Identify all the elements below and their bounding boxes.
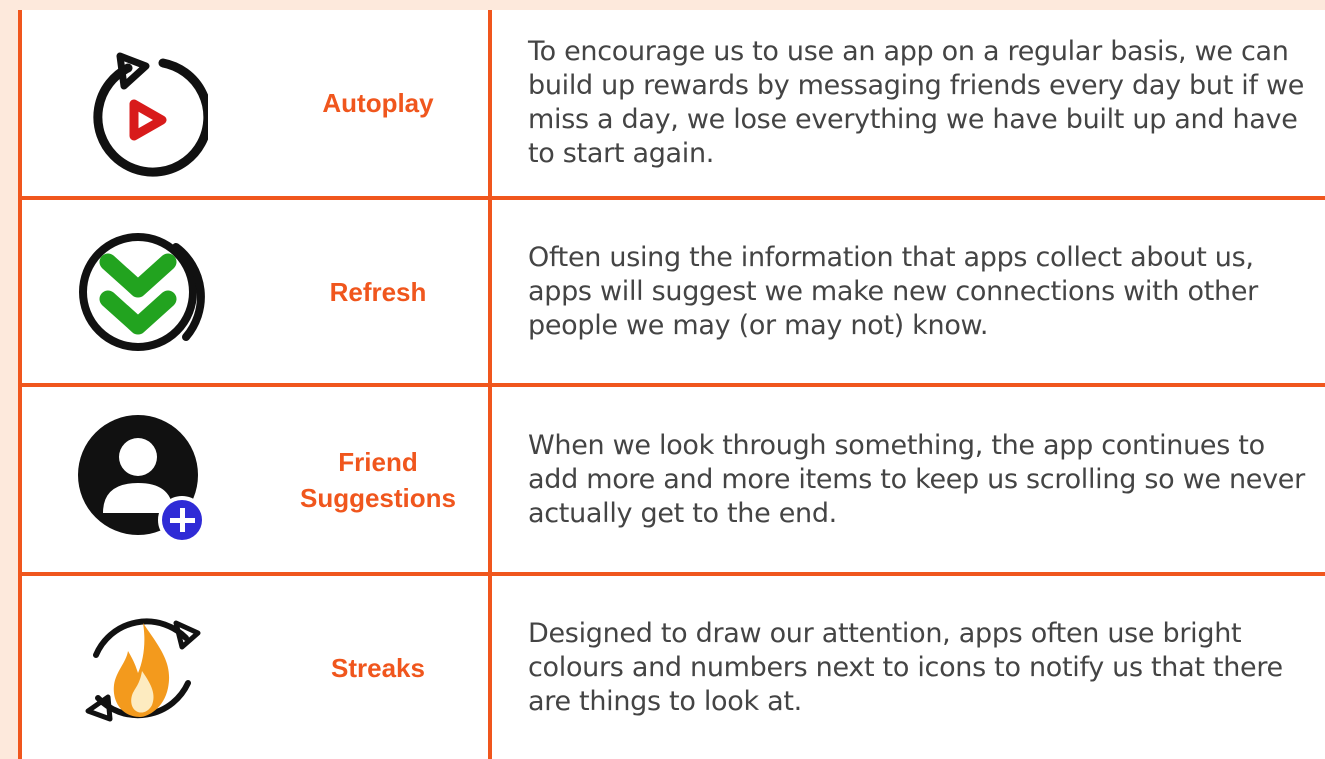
table-row: Refresh Often using the information that… [18, 200, 1325, 383]
row-description: When we look through something, the app … [528, 429, 1305, 529]
row-description: To encourage us to use an app on a regul… [528, 36, 1305, 169]
row-description: Designed to draw our attention, apps oft… [528, 617, 1283, 717]
autoplay-icon [18, 10, 268, 196]
row-label: Autoplay [322, 88, 434, 118]
table-row: Friend Suggestions When we look through … [18, 387, 1325, 572]
flame-cycle-icon [18, 576, 268, 759]
row-description: Often using the information that apps co… [528, 241, 1258, 341]
table-row: Autoplay To encourage us to use an app o… [18, 10, 1325, 196]
table-row: Streaks Designed to draw our attention, … [18, 576, 1325, 759]
row-label: Refresh [329, 276, 427, 307]
refresh-chevrons-icon [18, 200, 268, 383]
row-label: Streaks [331, 652, 425, 683]
table: Autoplay To encourage us to use an app o… [18, 10, 1325, 759]
row-label: Friend Suggestions [299, 446, 456, 513]
add-user-icon [18, 387, 268, 572]
